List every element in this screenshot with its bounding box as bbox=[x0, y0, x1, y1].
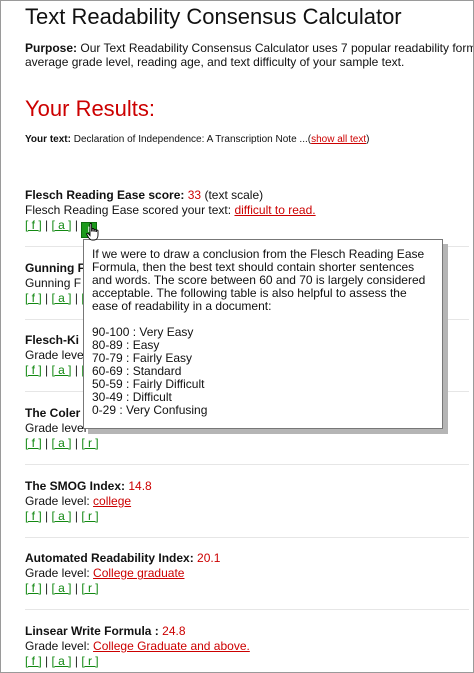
link-a[interactable]: [ a ] bbox=[51, 436, 71, 450]
link-divider: | bbox=[45, 363, 49, 377]
link-divider: | bbox=[45, 436, 49, 450]
section-links: [ f ] | [ a ] | [ r ] bbox=[25, 509, 465, 524]
link-r[interactable]: [ r ] bbox=[81, 436, 98, 450]
section-name-text: Flesch Reading Ease score: bbox=[25, 188, 185, 202]
link-divider: | bbox=[45, 509, 49, 523]
section-links: [ f ] | [ a ] | [ r ] bbox=[25, 581, 465, 596]
section-name-text: Automated Readability Index: bbox=[25, 551, 194, 565]
link-divider: | bbox=[74, 363, 78, 377]
section-divider bbox=[25, 537, 469, 538]
link-a[interactable]: [ a ] bbox=[51, 363, 71, 377]
link-f[interactable]: [ f ] bbox=[25, 291, 42, 305]
section-name: Automated Readability Index: 20.1 bbox=[25, 551, 465, 566]
link-f[interactable]: [ f ] bbox=[25, 654, 42, 668]
sub-value-link[interactable]: difficult to read. bbox=[234, 203, 315, 217]
section-subline: Flesch Reading Ease scored your text: di… bbox=[25, 203, 465, 218]
link-divider: | bbox=[74, 436, 78, 450]
readability-scale-list: 90-100 : Very Easy 80-89 : Easy 70-79 : … bbox=[92, 326, 434, 417]
link-a[interactable]: [ a ] bbox=[51, 218, 71, 232]
section-name-text: The SMOG Index: bbox=[25, 479, 126, 493]
section-subline: Grade level: College graduate bbox=[25, 566, 465, 581]
section-name-text: Linsear Write Formula : bbox=[25, 624, 159, 638]
scale-row: 0-29 : Very Confusing bbox=[92, 403, 208, 417]
link-a[interactable]: [ a ] bbox=[51, 509, 71, 523]
link-a[interactable]: [ a ] bbox=[51, 581, 71, 595]
your-text-value: Declaration of Independence: A Transcrip… bbox=[73, 134, 312, 145]
section-name: Flesch Reading Ease score: 33 (text scal… bbox=[25, 188, 465, 203]
your-text-label: Your text: bbox=[25, 134, 71, 145]
purpose-paragraph: Purpose: Our Text Readability Consensus … bbox=[25, 41, 474, 69]
sub-value-link[interactable]: College Graduate and above. bbox=[93, 639, 250, 653]
sub-label: Flesch Reading Ease scored your text: bbox=[25, 203, 232, 217]
section-score: 20.1 bbox=[197, 551, 221, 565]
link-f[interactable]: [ f ] bbox=[25, 509, 42, 523]
flesch-explanation-tooltip: If we were to draw a conclusion from the… bbox=[83, 239, 443, 429]
page-frame: Text Readability Consensus Calculator Pu… bbox=[0, 0, 474, 673]
smog-index-section: The SMOG Index: 14.8 Grade level: colleg… bbox=[25, 479, 465, 524]
section-links: [ f ] | [ a ] | [ r ] bbox=[25, 654, 465, 669]
link-divider: | bbox=[74, 291, 78, 305]
hand-pointer-icon bbox=[86, 223, 99, 241]
link-f[interactable]: [ f ] bbox=[25, 218, 42, 232]
tooltip-intro: If we were to draw a conclusion from the… bbox=[92, 247, 426, 313]
results-heading: Your Results: bbox=[25, 96, 156, 121]
link-f[interactable]: [ f ] bbox=[25, 581, 42, 595]
sub-label: Grade level: bbox=[25, 639, 90, 653]
section-subline: Grade level: college bbox=[25, 494, 465, 509]
link-f[interactable]: [ f ] bbox=[25, 363, 42, 377]
link-divider: | bbox=[74, 509, 78, 523]
link-divider: | bbox=[45, 581, 49, 595]
section-divider bbox=[25, 464, 469, 465]
link-f[interactable]: [ f ] bbox=[25, 436, 42, 450]
link-divider: | bbox=[45, 654, 49, 668]
section-score: 24.8 bbox=[162, 624, 186, 638]
link-a[interactable]: [ a ] bbox=[51, 654, 71, 668]
section-name: Linsear Write Formula : 24.8 bbox=[25, 624, 465, 639]
section-subline: Grade level: College Graduate and above. bbox=[25, 639, 465, 654]
sub-label: Grade level: bbox=[25, 494, 90, 508]
link-divider: | bbox=[74, 218, 78, 232]
sub-label: Grade level bbox=[25, 421, 87, 435]
purpose-label: Purpose: bbox=[25, 41, 78, 55]
automated-readability-section: Automated Readability Index: 20.1 Grade … bbox=[25, 551, 465, 596]
page-title: Text Readability Consensus Calculator bbox=[25, 4, 402, 29]
sub-label: Grade level: bbox=[25, 566, 90, 580]
section-score: 33 bbox=[187, 188, 202, 202]
sub-value-link[interactable]: College graduate bbox=[93, 566, 184, 580]
section-links: [ f ] | [ a ] | [ r ] bbox=[25, 436, 465, 451]
purpose-text: Our Text Readability Consensus Calculato… bbox=[25, 41, 474, 69]
link-divider: | bbox=[74, 581, 78, 595]
your-text-line: Your text: Declaration of Independence: … bbox=[25, 134, 369, 145]
section-divider bbox=[25, 609, 469, 610]
link-divider: | bbox=[45, 291, 49, 305]
link-r[interactable]: [ r ] bbox=[81, 654, 98, 668]
link-divider: | bbox=[74, 654, 78, 668]
score-suffix: (text scale) bbox=[204, 188, 264, 202]
linsear-write-section: Linsear Write Formula : 24.8 Grade level… bbox=[25, 624, 465, 669]
sub-value-link[interactable]: college bbox=[93, 494, 131, 508]
link-a[interactable]: [ a ] bbox=[51, 291, 71, 305]
section-score: 14.8 bbox=[128, 479, 152, 493]
link-r[interactable]: [ r ] bbox=[81, 509, 98, 523]
section-name: The SMOG Index: 14.8 bbox=[25, 479, 465, 494]
close-paren: ) bbox=[366, 134, 370, 145]
link-r[interactable]: [ r ] bbox=[81, 581, 98, 595]
link-divider: | bbox=[45, 218, 49, 232]
show-all-text-link[interactable]: show all text bbox=[311, 134, 366, 145]
